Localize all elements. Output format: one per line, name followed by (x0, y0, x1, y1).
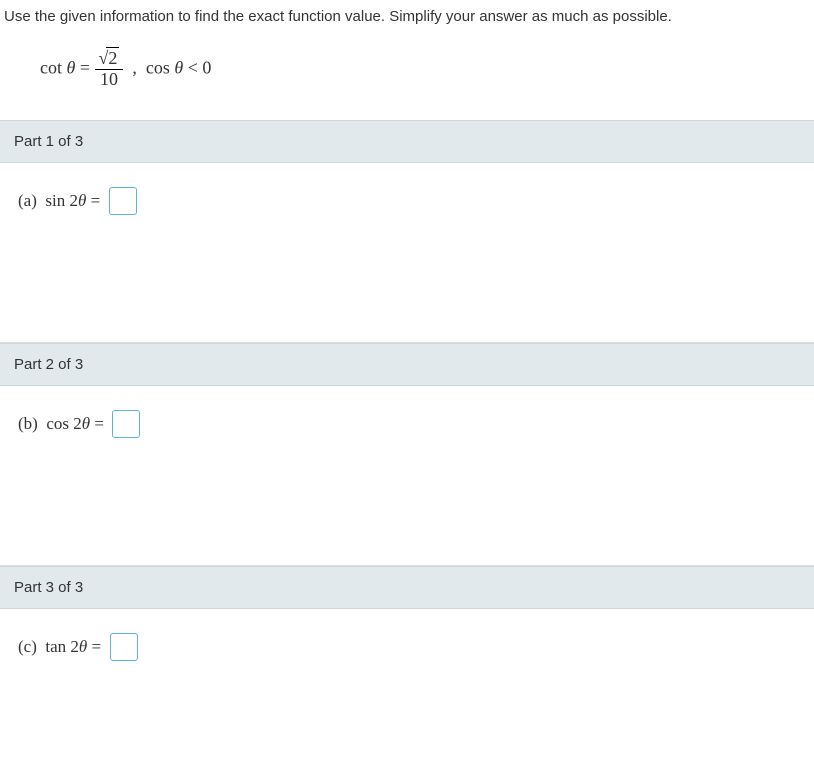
question-label-a: (a) sin 2θ = (18, 191, 100, 211)
sqrt-value: 2 (106, 47, 119, 68)
answer-input-a[interactable] (109, 187, 137, 215)
part-header: Part 2 of 3 (0, 343, 814, 386)
sqrt-wrapper: √2 (99, 49, 120, 69)
fraction: √2 10 (95, 49, 124, 90)
fraction-denominator: 10 (95, 70, 124, 90)
question-label-b: (b) cos 2θ = (18, 414, 104, 434)
instructions-text: Use the given information to find the ex… (0, 0, 814, 41)
answer-input-c[interactable] (110, 633, 138, 661)
cot-lhs: cot θ = (40, 57, 95, 77)
part-body: (a) sin 2θ = (0, 163, 814, 343)
given-expression: cot θ = √2 10 , cos θ < 0 (0, 41, 814, 120)
part-body: (b) cos 2θ = (0, 386, 814, 566)
fraction-numerator: √2 (95, 49, 124, 70)
answer-input-b[interactable] (112, 410, 140, 438)
part-header: Part 1 of 3 (0, 120, 814, 163)
part-header: Part 3 of 3 (0, 566, 814, 609)
question-label-c: (c) tan 2θ = (18, 637, 101, 657)
part-body: (c) tan 2θ = (0, 609, 814, 681)
condition-text: , cos θ < 0 (128, 57, 212, 77)
